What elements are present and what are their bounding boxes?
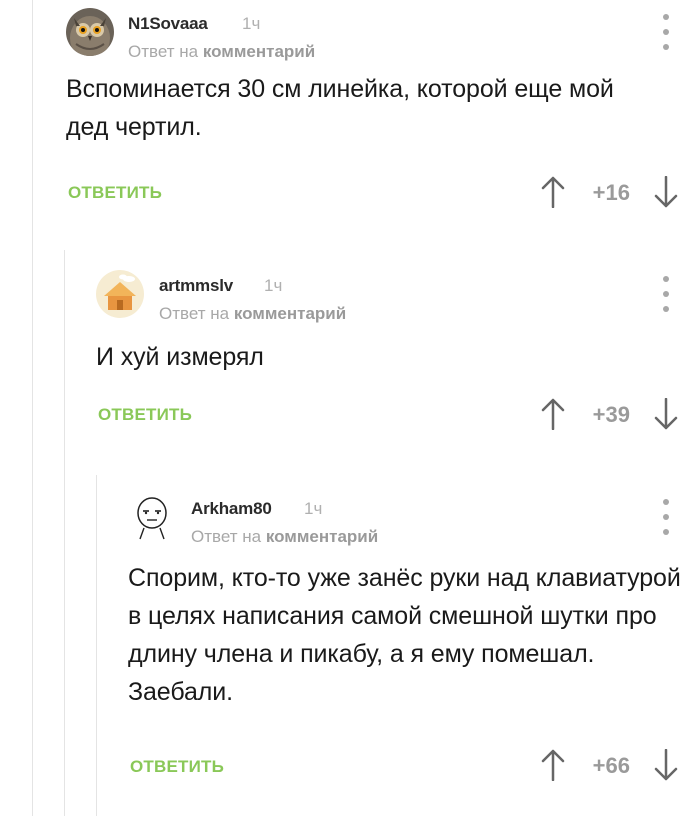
downvote-arrow-icon[interactable] [654,748,678,781]
upvote-arrow-icon[interactable] [541,176,565,209]
more-options-icon[interactable] [656,14,676,50]
comment-header: N1Sovaaa 1ч Ответ на комментарий [66,8,700,68]
reply-button[interactable]: ОТВЕТИТЬ [98,405,192,425]
timestamp: 1ч [304,499,323,518]
comment-header: artmmslv 1ч Ответ на комментарий [96,270,700,330]
upvote-arrow-icon[interactable] [541,749,565,782]
comment-header: Arkham80 1ч Ответ на комментарий [128,493,700,553]
downvote-arrow-icon[interactable] [654,175,678,208]
rating-value: +66 [592,753,630,778]
reply-button[interactable]: ОТВЕТИТЬ [130,757,224,777]
reply-to-link[interactable]: комментарий [203,42,315,61]
username[interactable]: N1Sovaaa [128,14,208,34]
comment-n1sovaaa: N1Sovaaa 1ч Ответ на комментарий Вспомин… [66,8,700,223]
owl-avatar-icon[interactable] [66,8,114,56]
username[interactable]: Arkham80 [191,499,272,519]
timestamp: 1ч [264,276,283,295]
reply-button[interactable]: ОТВЕТИТЬ [68,183,162,203]
reply-to-prefix: Ответ на [159,304,230,323]
comment-artmmslv: artmmslv 1ч Ответ на комментарий И хуй и… [96,270,700,440]
comment-arkham80: Arkham80 1ч Ответ на комментарий Спорим,… [128,493,700,793]
thread-line-level-1 [32,0,33,816]
more-options-icon[interactable] [656,276,676,312]
timestamp: 1ч [242,14,261,33]
more-options-icon[interactable] [656,499,676,535]
comment-text: Спорим, кто-то уже занёс руки над клавиа… [128,564,681,706]
upvote-arrow-icon[interactable] [541,398,565,431]
reply-to-line: Ответ на комментарий [191,527,378,547]
meme-face-avatar-icon[interactable] [128,493,176,541]
reply-to-prefix: Ответ на [128,42,199,61]
comment-text: Вспоминается 30 см линейка, которой еще … [66,75,614,141]
username[interactable]: artmmslv [159,276,233,296]
comment-text: И хуй измерял [96,343,264,371]
reply-to-line: Ответ на комментарий [159,304,346,324]
rating-value: +16 [592,180,630,205]
thread-line-level-3 [96,475,97,816]
house-avatar-icon[interactable] [96,270,144,318]
reply-to-link[interactable]: комментарий [266,527,378,546]
reply-to-link[interactable]: комментарий [234,304,346,323]
thread-line-level-2 [64,250,65,816]
reply-to-prefix: Ответ на [191,527,262,546]
downvote-arrow-icon[interactable] [654,397,678,430]
reply-to-line: Ответ на комментарий [128,42,315,62]
rating-value: +39 [592,402,630,427]
